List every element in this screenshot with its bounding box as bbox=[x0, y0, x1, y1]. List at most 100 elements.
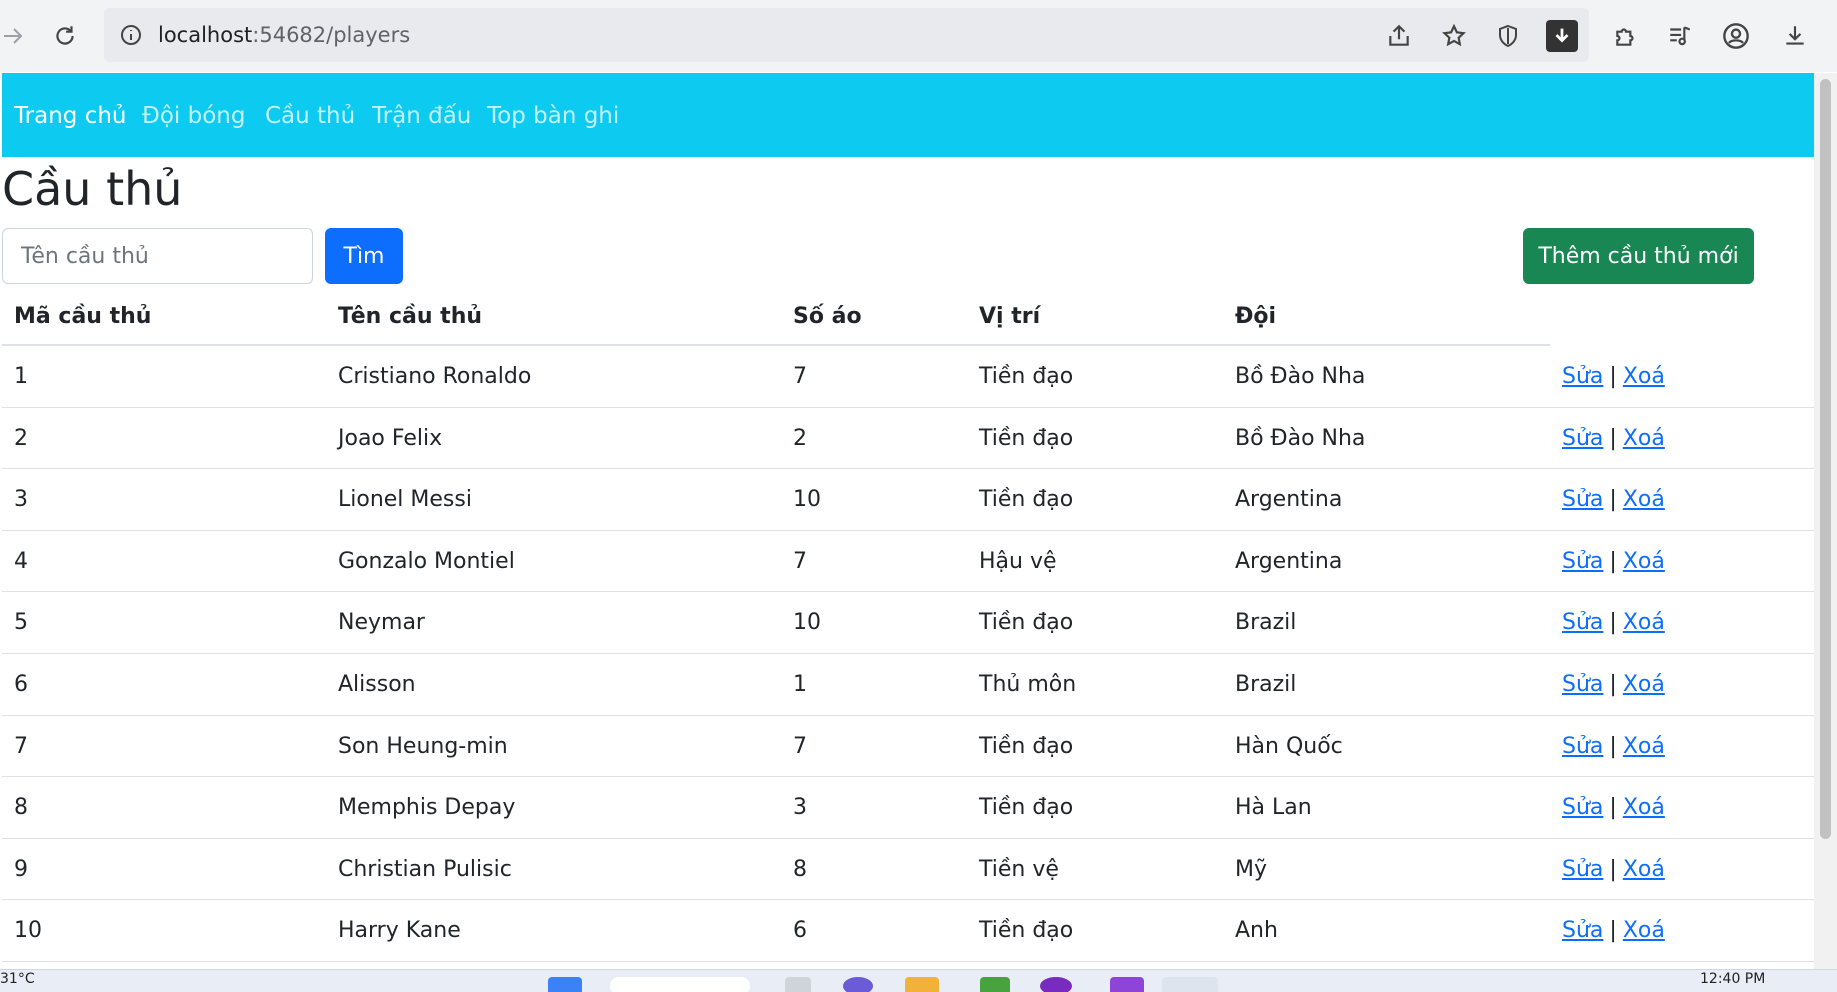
delete-link[interactable]: Xoá bbox=[1623, 795, 1665, 820]
cell-player-id: 8 bbox=[14, 795, 28, 821]
cell-player-name: Joao Felix bbox=[338, 425, 443, 451]
top-navbar: Trang chủ Đội bóng Cầu thủ Trận đấu Top … bbox=[2, 73, 1814, 157]
delete-link[interactable]: Xoá bbox=[1623, 487, 1665, 512]
players-table: Mã cầu thủ Tên cầu thủ Số áo Vị trí Đội … bbox=[2, 290, 1814, 962]
active-app-icon[interactable] bbox=[1162, 977, 1218, 992]
action-separator: | bbox=[1609, 856, 1617, 882]
nav-matches[interactable]: Trận đấu bbox=[372, 103, 471, 129]
cell-player-name: Alisson bbox=[338, 671, 416, 697]
edit-link[interactable]: Sửa bbox=[1562, 857, 1603, 882]
add-player-button[interactable]: Thêm cầu thủ mới bbox=[1523, 228, 1754, 284]
table-row: 1 Cristiano Ronaldo 7 Tiền đạo Bồ Đào Nha Sửa… bbox=[2, 346, 1814, 408]
app-icon[interactable] bbox=[1040, 977, 1072, 992]
cell-team: Bồ Đào Nha bbox=[1235, 425, 1366, 451]
edit-link[interactable]: Sửa bbox=[1562, 918, 1603, 943]
reload-icon[interactable] bbox=[50, 21, 80, 51]
scrollbar-thumb[interactable] bbox=[1820, 79, 1831, 839]
cell-shirt-number: 7 bbox=[793, 733, 807, 759]
edit-link[interactable]: Sửa bbox=[1562, 364, 1603, 389]
page-scrollbar[interactable] bbox=[1814, 73, 1837, 969]
cell-position: Thủ môn bbox=[979, 671, 1077, 697]
extensions-puzzle-icon[interactable] bbox=[1612, 22, 1640, 50]
edit-link[interactable]: Sửa bbox=[1562, 610, 1603, 635]
clock-text: 12:40 PM bbox=[1700, 971, 1766, 987]
app-icon[interactable] bbox=[980, 977, 1010, 992]
header-player-id: Mã cầu thủ bbox=[14, 304, 152, 329]
action-separator: | bbox=[1609, 548, 1617, 574]
cell-player-id: 1 bbox=[14, 364, 28, 389]
cell-position: Tiền đạo bbox=[979, 610, 1074, 636]
header-position: Vị trí bbox=[979, 304, 1041, 329]
cell-player-id: 5 bbox=[14, 610, 28, 636]
taskbar-search-box[interactable] bbox=[610, 977, 750, 992]
downloads-icon[interactable] bbox=[1781, 22, 1809, 50]
action-separator: | bbox=[1609, 610, 1617, 636]
cell-team: Argentina bbox=[1235, 487, 1343, 513]
delete-link[interactable]: Xoá bbox=[1623, 734, 1665, 759]
delete-link[interactable]: Xoá bbox=[1623, 549, 1665, 574]
edit-link[interactable]: Sửa bbox=[1562, 734, 1603, 759]
windows-start-icon[interactable] bbox=[548, 977, 582, 992]
action-separator: | bbox=[1609, 918, 1617, 944]
cell-position: Tiền đạo bbox=[979, 918, 1074, 944]
weather-text: 31°C bbox=[0, 971, 35, 987]
cell-shirt-number: 7 bbox=[793, 364, 807, 389]
delete-link[interactable]: Xoá bbox=[1623, 672, 1665, 697]
cell-team: Brazil bbox=[1235, 671, 1297, 697]
delete-link[interactable]: Xoá bbox=[1623, 610, 1665, 635]
cell-shirt-number: 6 bbox=[793, 918, 807, 944]
action-separator: | bbox=[1609, 733, 1617, 759]
cell-position: Tiền đạo bbox=[979, 364, 1074, 389]
cell-position: Hậu vệ bbox=[979, 548, 1057, 574]
app-icon[interactable] bbox=[843, 977, 873, 992]
delete-link[interactable]: Xoá bbox=[1623, 364, 1665, 389]
delete-link[interactable]: Xoá bbox=[1623, 857, 1665, 882]
address-bar[interactable]: localhost:54682/players bbox=[104, 8, 1589, 62]
shield-icon[interactable] bbox=[1494, 22, 1522, 50]
nav-players[interactable]: Cầu thủ bbox=[265, 103, 355, 129]
visual-studio-icon[interactable] bbox=[1110, 977, 1144, 992]
bookmark-star-icon[interactable] bbox=[1440, 22, 1468, 50]
download-extension-icon[interactable] bbox=[1546, 20, 1578, 52]
action-separator: | bbox=[1609, 671, 1617, 697]
cell-player-name: Memphis Depay bbox=[338, 795, 516, 821]
cell-player-name: Harry Kane bbox=[338, 918, 461, 944]
edit-link[interactable]: Sửa bbox=[1562, 549, 1603, 574]
cell-team: Hàn Quốc bbox=[1235, 733, 1343, 759]
delete-link[interactable]: Xoá bbox=[1623, 918, 1665, 943]
cell-player-name: Son Heung-min bbox=[338, 733, 508, 759]
cell-position: Tiền đạo bbox=[979, 425, 1074, 451]
edit-link[interactable]: Sửa bbox=[1562, 795, 1603, 820]
os-taskbar: 31°C 12:40 PM bbox=[0, 969, 1837, 992]
media-queue-icon[interactable] bbox=[1666, 22, 1694, 50]
file-explorer-icon[interactable] bbox=[905, 977, 939, 992]
cell-team: Brazil bbox=[1235, 610, 1297, 636]
nav-teams[interactable]: Đội bóng bbox=[142, 103, 245, 129]
edit-link[interactable]: Sửa bbox=[1562, 672, 1603, 697]
cell-player-id: 2 bbox=[14, 425, 28, 451]
cell-player-id: 3 bbox=[14, 487, 28, 513]
header-player-name: Tên cầu thủ bbox=[338, 304, 483, 329]
search-button[interactable]: Tìm bbox=[325, 228, 403, 284]
profile-avatar-icon[interactable] bbox=[1721, 21, 1751, 51]
share-icon[interactable] bbox=[1385, 22, 1413, 50]
edit-link[interactable]: Sửa bbox=[1562, 487, 1603, 512]
page-title: Cầu thủ bbox=[2, 162, 183, 216]
cell-position: Tiền vệ bbox=[979, 856, 1059, 882]
search-input[interactable] bbox=[2, 228, 313, 284]
forward-icon[interactable] bbox=[0, 22, 26, 50]
nav-top-scorers[interactable]: Top bàn ghi bbox=[487, 103, 619, 129]
nav-home[interactable]: Trang chủ bbox=[14, 103, 127, 129]
url-text: localhost:54682/players bbox=[158, 23, 411, 47]
cell-player-id: 7 bbox=[14, 733, 28, 759]
delete-link[interactable]: Xoá bbox=[1623, 426, 1665, 451]
row-actions: Sửa | Xoá bbox=[1562, 857, 1665, 882]
row-actions: Sửa | Xoá bbox=[1562, 672, 1665, 697]
site-info-icon[interactable] bbox=[118, 22, 144, 48]
cell-shirt-number: 7 bbox=[793, 548, 807, 574]
edit-link[interactable]: Sửa bbox=[1562, 426, 1603, 451]
task-view-icon[interactable] bbox=[785, 977, 811, 992]
row-actions: Sửa | Xoá bbox=[1562, 549, 1665, 574]
row-actions: Sửa | Xoá bbox=[1562, 918, 1665, 943]
cell-player-id: 6 bbox=[14, 671, 28, 697]
